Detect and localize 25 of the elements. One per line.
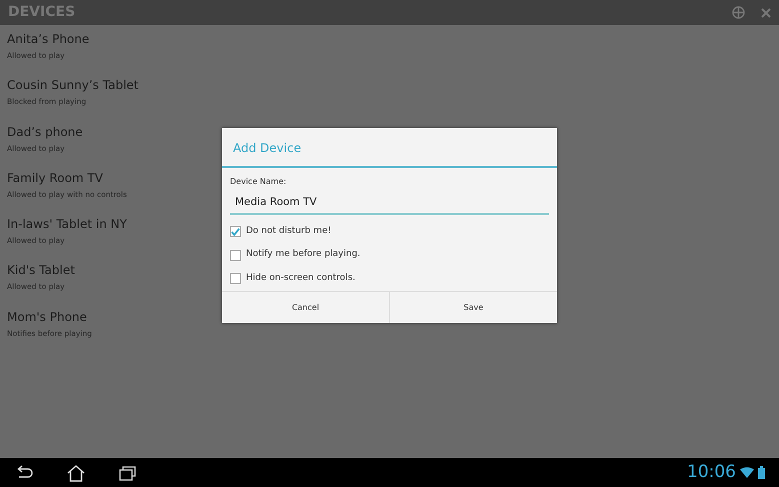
dialog-button[interactable]: Save <box>389 292 557 324</box>
option-label: Do not disturb me! <box>246 224 332 238</box>
device-name[interactable]: Family Room TV <box>7 170 103 186</box>
field-label: Device Name: <box>230 176 288 188</box>
device-name[interactable]: Kid's Tablet <box>7 262 75 278</box>
checkbox[interactable] <box>230 226 241 237</box>
checkbox[interactable] <box>230 250 241 260</box>
device-name[interactable]: In-laws' Tablet in NY <box>7 216 127 232</box>
device-name[interactable]: Mom's Phone <box>7 308 87 325</box>
dialog-title: Add Device <box>222 128 557 168</box>
clock: 10:06 <box>687 460 736 484</box>
close-icon[interactable] <box>761 8 771 18</box>
device-name[interactable]: Anita’s Phone <box>7 31 90 47</box>
option-label: Notify me before playing. <box>246 248 360 262</box>
add-icon[interactable] <box>732 6 745 19</box>
battery-icon <box>758 466 765 479</box>
recent-apps-icon[interactable] <box>118 464 138 480</box>
device-name[interactable]: Dad’s phone <box>7 124 83 140</box>
device-name[interactable]: Cousin Sunny’s Tablet <box>7 77 138 94</box>
wifi-icon <box>740 467 754 478</box>
home-icon[interactable] <box>66 464 86 482</box>
checkbox[interactable] <box>230 273 241 284</box>
device-name-field[interactable]: Media Room TV <box>230 189 549 215</box>
dialog-button[interactable]: Cancel <box>222 292 389 324</box>
option-label: Hide on-screen controls. <box>246 272 356 285</box>
